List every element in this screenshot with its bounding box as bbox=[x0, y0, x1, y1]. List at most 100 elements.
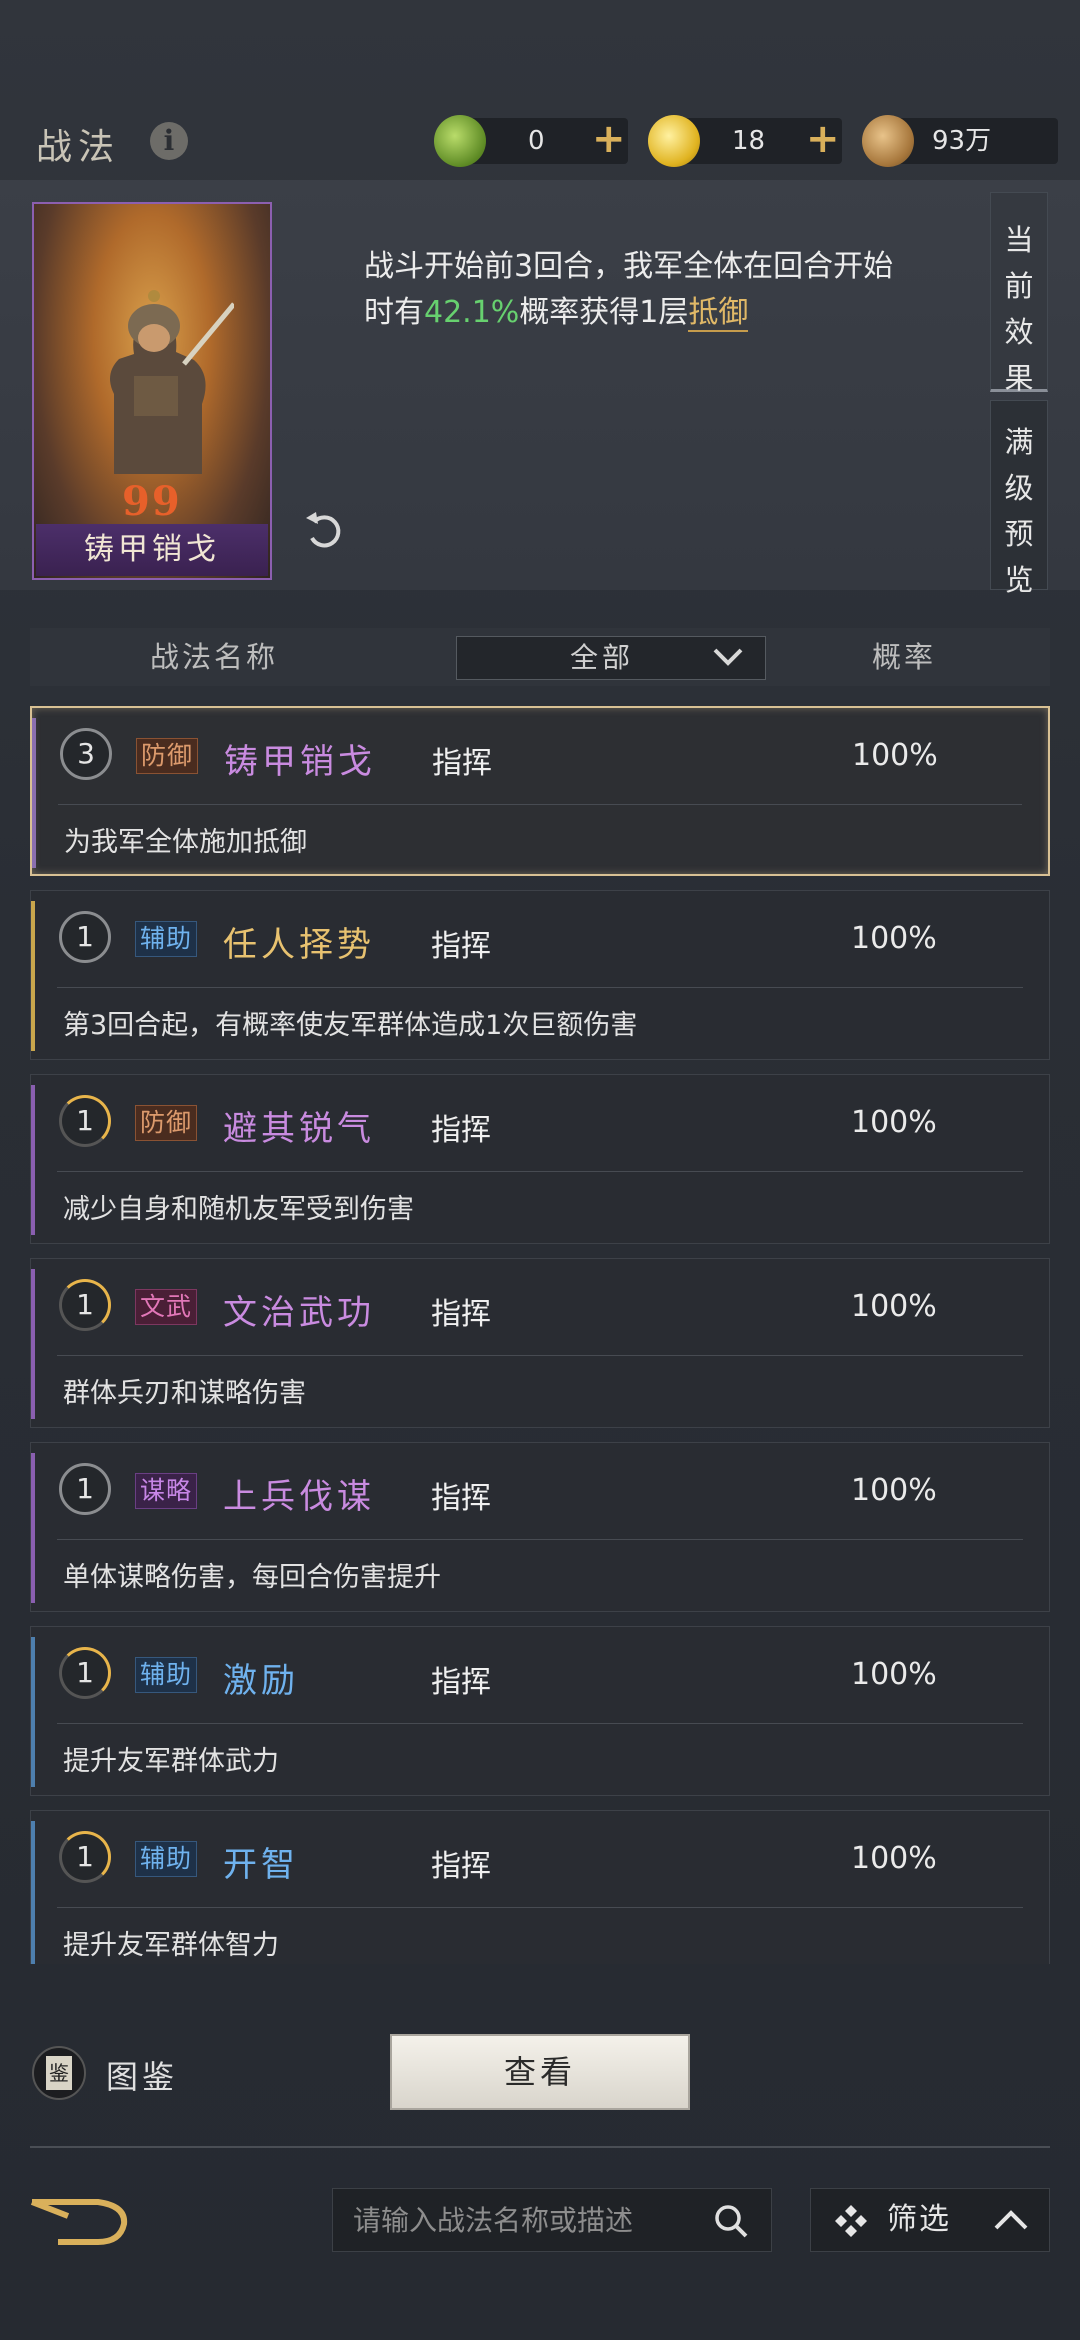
search-icon[interactable] bbox=[713, 2203, 749, 2239]
skill-description: 减少自身和随机友军受到伤害 bbox=[63, 1194, 414, 1225]
filter-label: 筛选 bbox=[887, 2202, 951, 2237]
tab-max-level-preview[interactable]: 满级预览 bbox=[990, 400, 1048, 597]
skill-name: 文治武功 bbox=[223, 1293, 375, 1333]
page-title: 战法 bbox=[36, 127, 121, 168]
card-quality-mark: 99 bbox=[122, 478, 182, 525]
tab-label: 满级预览 bbox=[1004, 425, 1034, 597]
skill-row[interactable]: 1 辅助 开智 指挥 100% 提升友军群体智力 bbox=[30, 1810, 1050, 1964]
row-divider bbox=[57, 1355, 1023, 1356]
skill-description: 提升友军群体武力 bbox=[63, 1746, 279, 1777]
card-name-bar: 铸甲销戈 bbox=[36, 524, 268, 576]
skill-level-badge: 3 bbox=[60, 728, 112, 780]
skill-category-tag: 文武 bbox=[135, 1289, 198, 1325]
row-divider bbox=[57, 1171, 1023, 1172]
skill-name: 铸甲销戈 bbox=[224, 742, 376, 782]
effect-text: 概率获得1层 bbox=[519, 295, 689, 330]
chevron-down-icon bbox=[713, 648, 743, 666]
skill-category-tag: 辅助 bbox=[135, 1841, 198, 1877]
refresh-icon[interactable] bbox=[302, 508, 348, 554]
row-divider bbox=[57, 1723, 1023, 1724]
column-header-name: 战法名称 bbox=[150, 640, 279, 674]
skill-row[interactable]: 1 辅助 任人择势 指挥 100% 第3回合起，有概率使友军群体造成1次巨额伤害 bbox=[30, 890, 1050, 1060]
card-name: 铸甲销戈 bbox=[84, 532, 220, 567]
skill-list: 3 防御 铸甲销戈 指挥 100% 为我军全体施加抵御 1 辅助 任人择势 指挥 100% 第3回合起… bbox=[30, 706, 1050, 1964]
skill-name: 避其锐气 bbox=[223, 1109, 375, 1149]
skill-type: 指挥 bbox=[432, 746, 492, 781]
general-portrait-icon bbox=[110, 290, 234, 474]
quality-edge bbox=[32, 718, 36, 868]
skill-type: 指挥 bbox=[431, 1665, 491, 1700]
skill-card[interactable]: 99 铸甲销戈 bbox=[32, 202, 272, 580]
gold-coin-icon bbox=[648, 115, 700, 167]
codex-icon[interactable]: 鉴 bbox=[32, 2046, 86, 2100]
skill-level-badge: 1 bbox=[59, 1831, 111, 1883]
skill-description: 单体谋略伤害，每回合伤害提升 bbox=[63, 1562, 441, 1593]
divider bbox=[30, 2146, 1050, 2148]
skill-rate: 100% bbox=[852, 738, 938, 773]
skill-rate: 100% bbox=[851, 1657, 937, 1692]
jade-coin-resource: 0 + bbox=[434, 115, 628, 167]
filter-diamond-icon bbox=[835, 2205, 867, 2237]
effect-rate: 42.1% bbox=[424, 295, 520, 330]
skill-description: 为我军全体施加抵御 bbox=[64, 827, 307, 858]
skill-level-badge: 1 bbox=[59, 1463, 111, 1515]
skill-row[interactable]: 3 防御 铸甲销戈 指挥 100% 为我军全体施加抵御 bbox=[30, 706, 1050, 876]
skill-level-badge: 1 bbox=[59, 1279, 111, 1331]
skill-name: 任人择势 bbox=[223, 925, 375, 965]
back-arrow-icon[interactable] bbox=[28, 2190, 132, 2248]
skill-name: 开智 bbox=[223, 1845, 299, 1885]
skill-row[interactable]: 1 文武 文治武功 指挥 100% 群体兵刃和谋略伤害 bbox=[30, 1258, 1050, 1428]
skill-rate: 100% bbox=[851, 1289, 937, 1324]
skill-effect-description: 战斗开始前3回合，我军全体在回合开始 时有42.1%概率获得1层抵御 bbox=[364, 244, 954, 336]
quality-edge bbox=[31, 1085, 35, 1235]
skill-type: 指挥 bbox=[431, 929, 491, 964]
type-filter-dropdown[interactable]: 全部 bbox=[456, 636, 766, 680]
skill-row[interactable]: 1 谋略 上兵伐谋 指挥 100% 单体谋略伤害，每回合伤害提升 bbox=[30, 1442, 1050, 1612]
skill-type: 指挥 bbox=[431, 1481, 491, 1516]
tab-label: 当前效果 bbox=[1004, 223, 1034, 395]
gold-coin-value: 18 bbox=[732, 126, 766, 156]
skill-row[interactable]: 1 辅助 激励 指挥 100% 提升友军群体武力 bbox=[30, 1626, 1050, 1796]
info-icon[interactable]: i bbox=[150, 122, 188, 160]
effect-keyword-link[interactable]: 抵御 bbox=[688, 295, 749, 332]
skill-rate: 100% bbox=[851, 1473, 937, 1508]
chevron-up-icon bbox=[994, 2210, 1028, 2230]
view-button[interactable]: 查看 bbox=[390, 2034, 690, 2110]
codex-label[interactable]: 图鉴 bbox=[106, 2052, 178, 2098]
effect-text: 时有 bbox=[364, 295, 424, 330]
quality-edge bbox=[31, 1637, 35, 1787]
row-divider bbox=[58, 804, 1022, 805]
skill-level-badge: 1 bbox=[59, 1647, 111, 1699]
skill-category-tag: 防御 bbox=[135, 1105, 198, 1141]
skill-category-tag: 谋略 bbox=[135, 1473, 198, 1509]
skill-type: 指挥 bbox=[431, 1297, 491, 1332]
row-divider bbox=[57, 1907, 1023, 1908]
filter-button[interactable]: 筛选 bbox=[810, 2188, 1050, 2252]
copper-coin-icon bbox=[862, 115, 914, 167]
skill-description: 第3回合起，有概率使友军群体造成1次巨额伤害 bbox=[63, 1010, 638, 1041]
skill-rate: 100% bbox=[851, 1105, 937, 1140]
tab-current-effect[interactable]: 当前效果 bbox=[990, 192, 1048, 395]
type-filter-value: 全部 bbox=[569, 641, 634, 674]
gold-coin-resource: 18 + bbox=[648, 115, 842, 167]
jade-coin-value: 0 bbox=[528, 126, 545, 156]
search-box bbox=[332, 2188, 772, 2253]
skill-category-tag: 辅助 bbox=[135, 1657, 198, 1693]
skill-level-badge: 1 bbox=[59, 911, 111, 963]
skill-type: 指挥 bbox=[431, 1113, 491, 1148]
column-header-rate: 概率 bbox=[872, 640, 937, 674]
copper-coin-resource: 93万 bbox=[862, 115, 1058, 167]
row-divider bbox=[57, 1539, 1023, 1540]
skill-rate: 100% bbox=[851, 921, 937, 956]
skill-row[interactable]: 1 防御 避其锐气 指挥 100% 减少自身和随机友军受到伤害 bbox=[30, 1074, 1050, 1244]
add-jade-button[interactable]: + bbox=[592, 118, 626, 160]
jade-coin-icon bbox=[434, 115, 486, 167]
skill-type: 指挥 bbox=[431, 1849, 491, 1884]
codex-icon-glyph: 鉴 bbox=[46, 2056, 72, 2090]
add-gold-button[interactable]: + bbox=[806, 118, 840, 160]
search-input[interactable] bbox=[351, 2189, 695, 2253]
quality-edge bbox=[31, 1269, 35, 1419]
skill-level-badge: 1 bbox=[59, 1095, 111, 1147]
quality-edge bbox=[31, 901, 35, 1051]
skill-category-tag: 辅助 bbox=[135, 921, 198, 957]
